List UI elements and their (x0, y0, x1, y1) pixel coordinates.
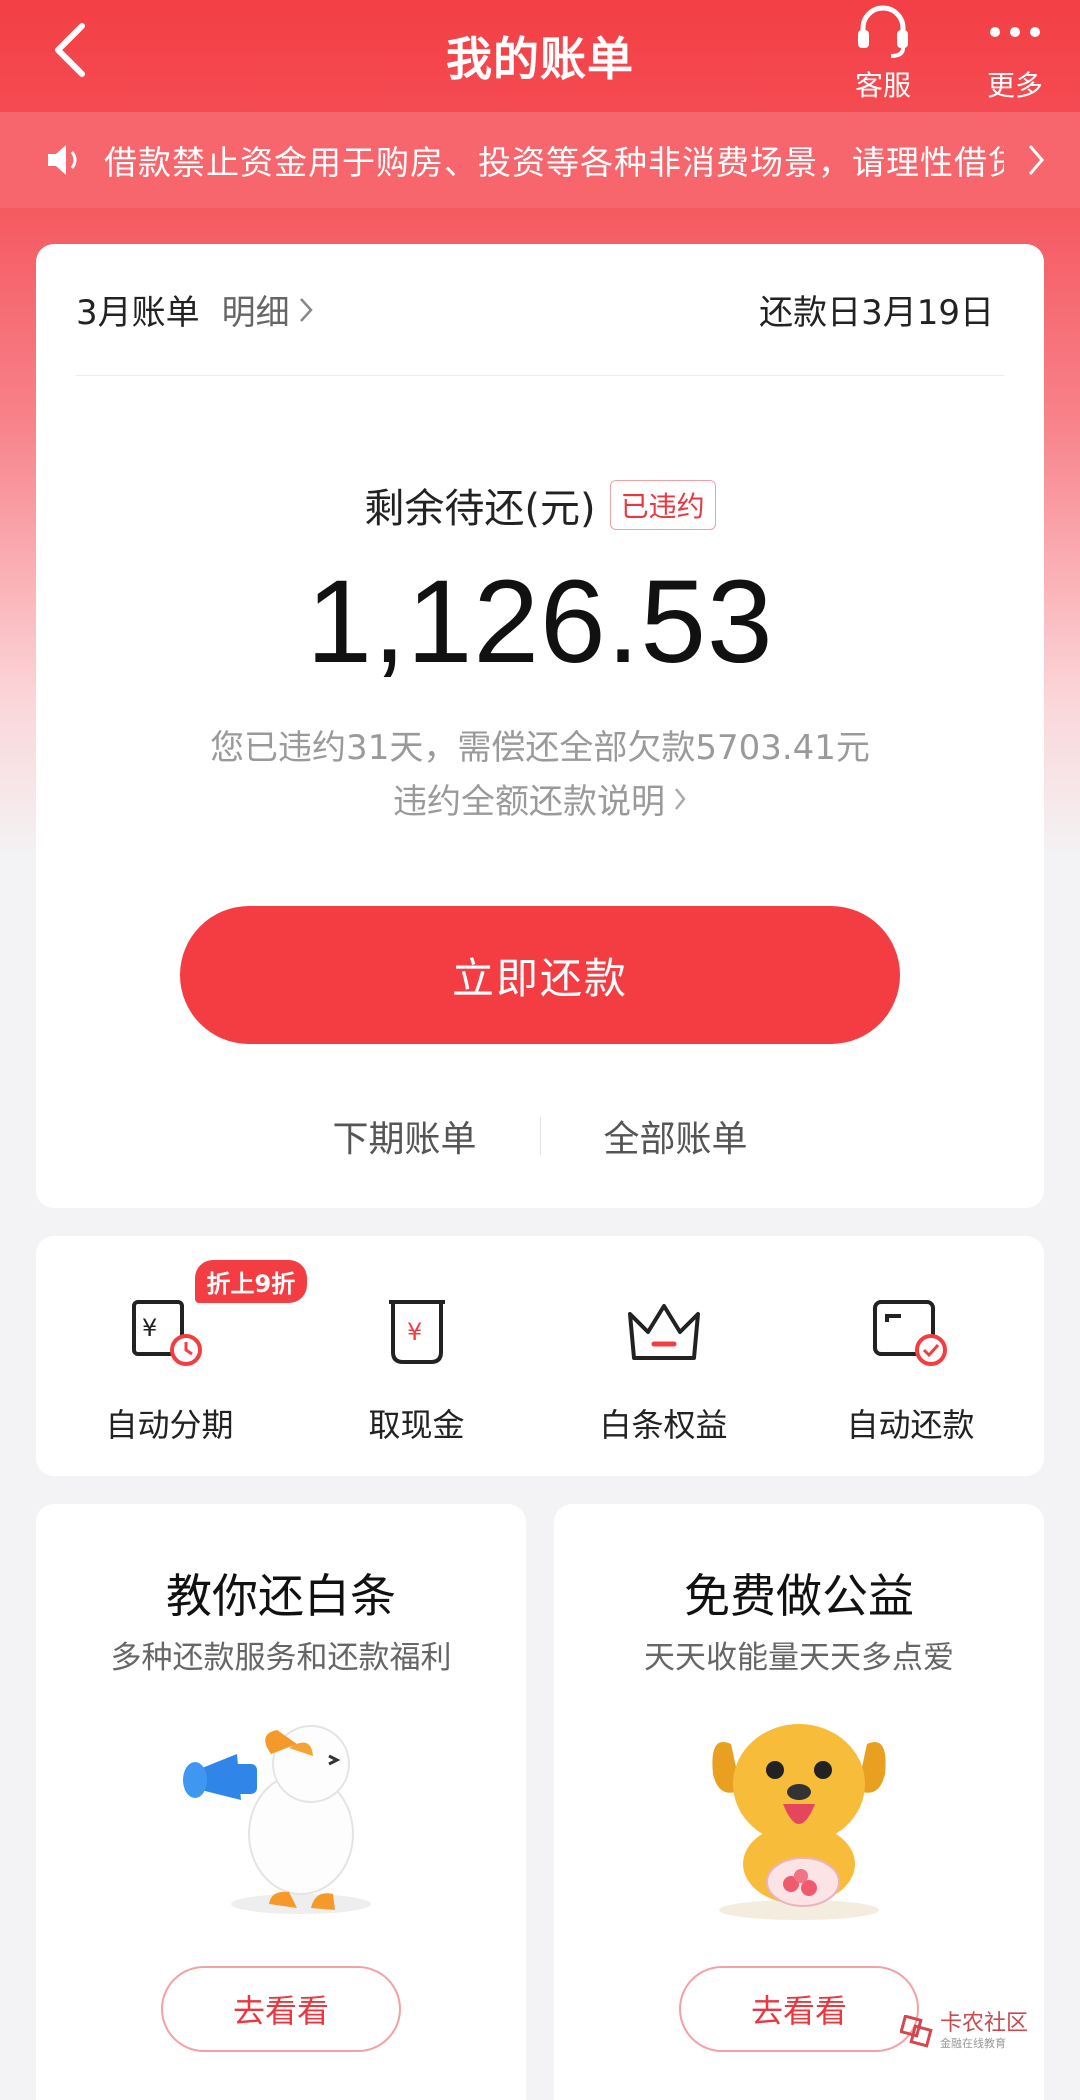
chevron-right-icon (299, 297, 313, 322)
promo-title: 教你还白条 (166, 1569, 396, 1623)
overdue-explain-label: 违约全额还款说明 (393, 782, 665, 822)
action-label: 自动分期 (105, 1406, 234, 1444)
notice-bar[interactable]: 借款禁止资金用于购房、投资等各种非消费场景，请理性借贷 (0, 112, 1080, 208)
customer-service-label: 客服 (854, 69, 911, 102)
watermark-logo-icon (900, 2015, 933, 2048)
action-auto-installment[interactable]: ¥ 折上9折 自动分期 (51, 1236, 308, 1476)
bill-month: 3月账单 (76, 293, 200, 333)
watermark-text: 卡农社区 (940, 2011, 1029, 2036)
watermark: 卡农社区 金融在线教育 (900, 2012, 1050, 2052)
chevron-right-icon (675, 787, 686, 810)
notice-text: 借款禁止资金用于购房、投资等各种非消费场景，请理性借贷 (104, 143, 1004, 182)
pay-now-button[interactable]: 立即还款 (180, 906, 900, 1044)
bill-detail-link[interactable]: 明细 (222, 285, 314, 334)
quick-actions-card: ¥ 折上9折 自动分期 ¥ 取现金 白条权益 自动还款 (36, 1236, 1044, 1476)
bill-detail-label: 明细 (221, 293, 290, 333)
watermark-subtext: 金融在线教育 (940, 2037, 1006, 2050)
action-label: 自动还款 (846, 1406, 975, 1444)
svg-text:¥: ¥ (407, 1318, 422, 1346)
status-badge: 已违约 (609, 480, 716, 530)
go-see-button[interactable]: 去看看 (679, 1966, 919, 2052)
promo-subtitle: 多种还款服务和还款福利 (110, 1640, 452, 1676)
chevron-right-icon (1028, 145, 1044, 175)
go-see-button[interactable]: 去看看 (161, 1966, 401, 2052)
auto-repay-icon (872, 1300, 947, 1366)
headset-icon (858, 5, 908, 58)
svg-text:¥: ¥ (142, 1314, 157, 1342)
promo-title: 免费做公益 (684, 1569, 914, 1623)
overdue-explain-link[interactable]: 违约全额还款说明 (36, 774, 1044, 823)
all-bills-link[interactable]: 全部账单 (541, 1110, 811, 1162)
action-auto-repay[interactable]: 自动还款 (792, 1236, 1030, 1476)
overdue-note: 您已违约31天，需偿还全部欠款5703.41元 (210, 728, 870, 768)
more-label: 更多 (986, 69, 1043, 102)
speaker-icon (48, 145, 77, 175)
bill-links: 下期账单 全部账单 (36, 1106, 1044, 1166)
action-label: 取现金 (368, 1406, 465, 1444)
dog-mascot-illustration (712, 1724, 886, 1920)
discount-badge: 折上9折 (194, 1260, 308, 1303)
crown-icon (627, 1304, 700, 1360)
top-bar: 我的账单 客服 更多 (0, 0, 1080, 112)
back-arrow-icon (55, 23, 85, 77)
promo-subtitle: 天天收能量天天多点爱 (644, 1640, 954, 1676)
cash-withdraw-icon: ¥ (388, 1300, 445, 1364)
due-date: 还款日3月19日 (759, 293, 994, 333)
more-dots-icon (990, 27, 1040, 37)
bill-summary-row: 3月账单 明细 还款日3月19日 (76, 244, 1004, 376)
next-bill-link[interactable]: 下期账单 (270, 1110, 540, 1162)
action-label: 白条权益 (599, 1406, 728, 1444)
bill-card: 3月账单 明细 还款日3月19日 剩余待还(元) 已违约 1,126.53 您已… (36, 244, 1044, 1208)
remaining-amount: 1,126.53 (306, 556, 774, 688)
customer-service-button[interactable]: 客服 (828, 4, 938, 104)
auto-installment-icon: ¥ (131, 1300, 202, 1366)
remaining-row: 剩余待还(元) 已违约 (36, 476, 1044, 534)
back-button[interactable] (40, 18, 100, 82)
page-title: 我的账单 (446, 32, 634, 86)
action-baitiao-benefits[interactable]: 白条权益 (545, 1236, 783, 1476)
duck-megaphone-illustration (183, 1725, 371, 1914)
promo-card-repay-guide[interactable]: 教你还白条 多种还款服务和还款福利 去看看 (36, 1504, 526, 2100)
action-cash-withdraw[interactable]: ¥ 取现金 (298, 1236, 536, 1476)
remaining-label: 剩余待还(元) (364, 486, 596, 532)
more-button[interactable]: 更多 (960, 4, 1070, 104)
